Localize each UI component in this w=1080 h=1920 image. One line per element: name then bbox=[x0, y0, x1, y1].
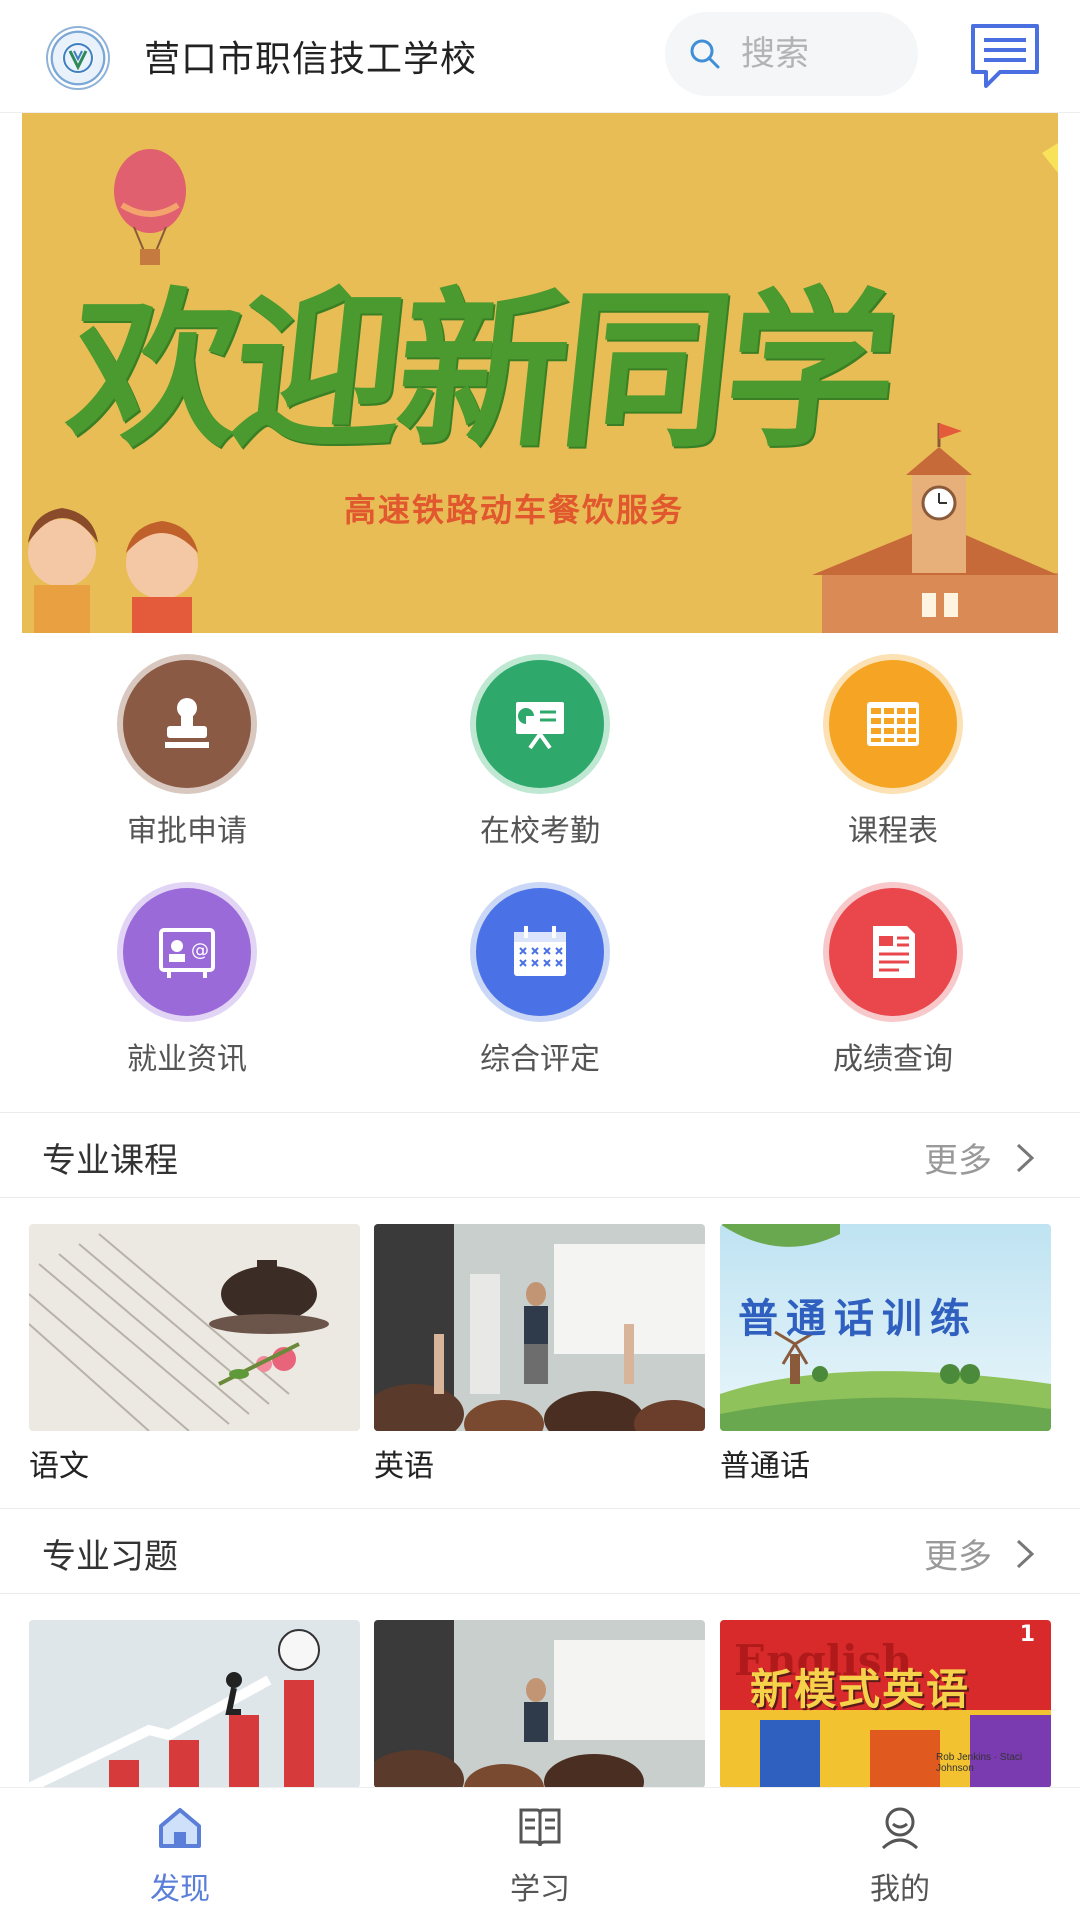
card-label: 语文 bbox=[29, 1449, 89, 1484]
svg-text:@: @ bbox=[191, 940, 209, 961]
exercise-card[interactable]: English 新模式英语 1 Rob Jenkins · Staci John… bbox=[720, 1620, 1051, 1788]
book-icon bbox=[519, 1808, 561, 1847]
contact-card-icon: @ bbox=[123, 888, 251, 1016]
nav-label: 发现 bbox=[150, 1872, 210, 1907]
section-title: 专业习题 bbox=[42, 1537, 178, 1577]
section-header-exercises: 专业习题 更多 bbox=[0, 1508, 1080, 1594]
more-link[interactable]: 更多 bbox=[924, 1529, 1036, 1578]
grid-label: 就业资讯 bbox=[127, 1042, 247, 1077]
grid-label: 综合评定 bbox=[480, 1042, 600, 1077]
more-label: 更多 bbox=[924, 1537, 992, 1577]
card-image-authors: Rob Jenkins · Staci Johnson bbox=[936, 1752, 1023, 1774]
grid-item-attendance[interactable]: 在校考勤 bbox=[420, 660, 660, 860]
card-label: 普通话 bbox=[720, 1449, 810, 1484]
search-box[interactable] bbox=[665, 12, 918, 96]
section-title: 专业课程 bbox=[42, 1141, 178, 1181]
grid-label: 成绩查询 bbox=[833, 1042, 953, 1077]
search-icon bbox=[690, 39, 720, 69]
calendar-icon bbox=[476, 888, 604, 1016]
banner-subtitle: 高速铁路动车餐饮服务 bbox=[344, 491, 685, 529]
nav-tab-discover[interactable]: 发现 bbox=[80, 1802, 280, 1908]
section-header-courses: 专业课程 更多 bbox=[0, 1112, 1080, 1198]
nav-label: 我的 bbox=[870, 1872, 930, 1907]
course-image-chinese bbox=[29, 1224, 360, 1431]
grid-label: 课程表 bbox=[848, 814, 938, 849]
message-icon[interactable] bbox=[968, 20, 1042, 92]
more-label: 更多 bbox=[924, 1141, 992, 1181]
school-logo-icon bbox=[46, 26, 110, 90]
school-name: 营口市职信技工学校 bbox=[144, 39, 478, 80]
grid-label: 审批申请 bbox=[127, 814, 247, 849]
stamp-icon bbox=[123, 660, 251, 788]
more-link[interactable]: 更多 bbox=[924, 1133, 1036, 1182]
presentation-icon bbox=[476, 660, 604, 788]
welcome-banner[interactable]: 欢迎新同学 高速铁路动车餐饮服务 bbox=[22, 113, 1058, 633]
bottom-navigation: 发现 学习 我的 bbox=[0, 1788, 1080, 1920]
course-card[interactable]: 英语 bbox=[374, 1224, 705, 1485]
course-card[interactable]: 普通话训练 普通话 bbox=[720, 1224, 1051, 1485]
card-image-caption: 普通话训练 bbox=[738, 1295, 978, 1342]
user-icon bbox=[881, 1807, 919, 1850]
nav-label: 学习 bbox=[510, 1872, 570, 1907]
exercise-image-english-book: English 新模式英语 1 Rob Jenkins · Staci John… bbox=[720, 1620, 1051, 1788]
top-bar: 营口市职信技工学校 bbox=[0, 0, 1080, 113]
home-icon bbox=[159, 1808, 201, 1848]
timetable-icon bbox=[829, 660, 957, 788]
search-input[interactable] bbox=[739, 33, 903, 75]
chevron-right-icon bbox=[1016, 1143, 1035, 1172]
card-image-caption: 新模式英语 bbox=[750, 1665, 971, 1714]
banner-title: 欢迎新同学 bbox=[59, 271, 901, 471]
chevron-right-icon bbox=[1016, 1539, 1035, 1568]
course-image-english bbox=[374, 1224, 705, 1431]
card-image-number: 1 bbox=[1019, 1622, 1035, 1647]
exercise-image-growth bbox=[29, 1620, 360, 1788]
grid-item-timetable[interactable]: 课程表 bbox=[773, 660, 1013, 860]
grid-item-evaluation[interactable]: 综合评定 bbox=[420, 888, 660, 1088]
exercise-card[interactable] bbox=[29, 1620, 360, 1788]
grid-item-approval[interactable]: 审批申请 bbox=[67, 660, 307, 860]
grid-label: 在校考勤 bbox=[480, 814, 600, 849]
course-card[interactable]: 语文 bbox=[29, 1224, 360, 1485]
nav-tab-study[interactable]: 学习 bbox=[440, 1802, 640, 1908]
exercise-image-classroom bbox=[374, 1620, 705, 1788]
course-image-mandarin: 普通话训练 bbox=[720, 1224, 1051, 1431]
nav-tab-mine[interactable]: 我的 bbox=[800, 1802, 1000, 1908]
card-label: 英语 bbox=[374, 1449, 434, 1484]
feature-grid: 审批申请 在校考勤 课程表 @ 就业资讯 综合评定 成绩查询 bbox=[0, 640, 1080, 1110]
grid-item-scores[interactable]: 成绩查询 bbox=[773, 888, 1013, 1088]
document-icon bbox=[829, 888, 957, 1016]
grid-item-employment[interactable]: @ 就业资讯 bbox=[67, 888, 307, 1088]
exercise-card[interactable] bbox=[374, 1620, 705, 1788]
